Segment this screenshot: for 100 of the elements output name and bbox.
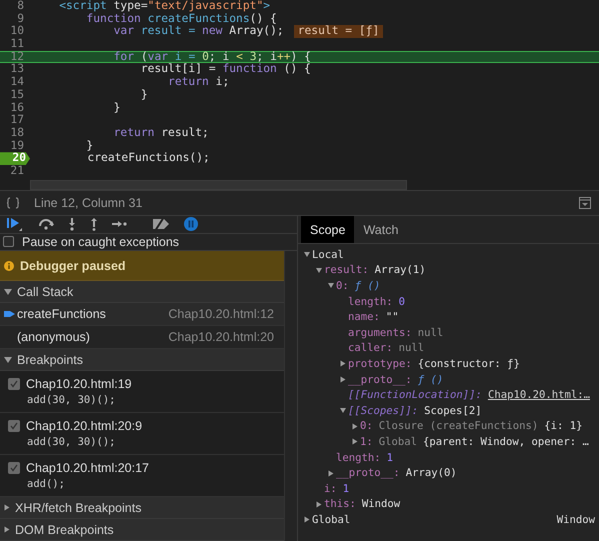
property-name: prototype: — [348, 358, 412, 370]
code-line: return i; — [167, 76, 230, 89]
property-value: 0 — [398, 296, 406, 308]
paused-message: Debugger paused — [20, 258, 126, 272]
section-header[interactable]: Call Stack — [0, 281, 284, 303]
property-name: 1: — [360, 436, 373, 448]
expand-arrow-icon[interactable] — [328, 470, 334, 476]
expand-arrow-icon[interactable] — [340, 376, 346, 383]
code-line: function createFunctions() { — [85, 12, 277, 25]
breakpoint-location[interactable]: Chap10.20.html:20:17 — [26, 461, 150, 475]
property-value: ƒ () — [354, 280, 380, 292]
breakpoint-checkbox[interactable] — [8, 378, 20, 390]
property-name: length: — [336, 452, 381, 464]
inline-value: result = [ƒ] — [294, 25, 384, 38]
code-line: } — [85, 140, 94, 152]
expand-arrow-icon[interactable] — [340, 360, 346, 367]
section-title: DOM Breakpoints — [15, 522, 114, 536]
breakpoint-checkbox[interactable] — [8, 420, 20, 432]
section-title: Breakpoints — [17, 352, 84, 366]
property-value[interactable]: Chap10.20.html:… — [488, 389, 590, 402]
expand-arrow-icon[interactable] — [352, 423, 358, 430]
property-value: ƒ () — [418, 374, 444, 386]
step-into-icon[interactable] — [67, 217, 77, 232]
property-value: Array(1) — [374, 264, 426, 276]
expand-arrow-icon[interactable] — [328, 283, 334, 288]
line-number: 16 — [9, 102, 25, 114]
section-title: Call Stack — [17, 284, 74, 298]
property-name: caller: — [348, 342, 393, 354]
current-frame-icon — [4, 309, 15, 319]
section-header[interactable]: Breakpoints — [0, 349, 284, 371]
property-name: this: — [324, 498, 356, 510]
pause-on-exceptions-icon[interactable] — [183, 216, 199, 232]
code-line: var result = new Array(); — [112, 25, 284, 38]
step-icon[interactable] — [111, 219, 127, 230]
pause-on-caught-exceptions-checkbox[interactable] — [3, 236, 14, 248]
code-line: result[i] = function () { — [140, 63, 311, 76]
code-line: <script type="text/javascript"> — [58, 0, 270, 13]
breakpoint-location[interactable]: Chap10.20.html:20:9 — [26, 419, 142, 433]
expand-arrow-icon[interactable] — [316, 268, 322, 273]
property-name: length: — [348, 296, 393, 308]
step-over-icon[interactable] — [37, 217, 55, 232]
breakpoint-code: add(); — [27, 478, 65, 490]
property-value: 1 — [386, 452, 394, 464]
scope-name[interactable]: Global — [312, 514, 350, 526]
scope-type: Global — [378, 436, 418, 448]
expand-arrow-icon[interactable] — [4, 288, 12, 294]
expand-arrow-icon[interactable] — [4, 356, 12, 362]
call-frame[interactable]: createFunctions Chap10.20.html:12 — [0, 303, 284, 326]
step-out-icon[interactable] — [89, 217, 99, 232]
code-line: } — [140, 88, 148, 102]
scrollbar-thumb[interactable] — [30, 180, 407, 190]
tab[interactable]: Scope — [301, 216, 354, 243]
expand-arrow-icon[interactable] — [4, 526, 10, 532]
code-line: for (var i = 0; i < 3; i++) { — [112, 50, 311, 63]
property-name: name: — [348, 311, 380, 324]
tab[interactable]: Watch — [354, 216, 408, 243]
cursor-position: Line 12, Column 31 — [34, 196, 144, 210]
line-number: 12 — [9, 50, 25, 64]
line-number: 13 — [9, 63, 25, 76]
section-header[interactable]: XHR/fetch Breakpoints — [0, 497, 284, 519]
breakpoint-checkbox[interactable] — [8, 462, 20, 474]
breakpoint-code: add(30, 30)(); — [27, 436, 116, 448]
panel-toggle-icon[interactable] — [579, 197, 591, 209]
line-number: 19 — [9, 140, 25, 152]
breakpoint-marker[interactable]: 20 — [0, 152, 30, 165]
breakpoint-location[interactable]: Chap10.20.html:19 — [26, 377, 132, 391]
breakpoint-code: add(30, 30)(); — [27, 394, 116, 406]
scope-name[interactable]: Local — [312, 248, 344, 261]
expand-arrow-icon[interactable] — [352, 438, 358, 445]
section-header[interactable]: DOM Breakpoints — [0, 519, 284, 541]
info-icon — [4, 260, 14, 270]
expand-arrow-icon[interactable] — [4, 504, 10, 510]
line-number: 8 — [16, 0, 25, 13]
expand-arrow-icon[interactable] — [304, 252, 310, 258]
resume-icon[interactable] — [5, 216, 25, 232]
code-line: } — [112, 102, 120, 114]
property-value: Array(0) — [406, 467, 457, 480]
property-name: [[FunctionLocation]]: — [348, 389, 482, 402]
line-number: 11 — [9, 38, 25, 51]
property-name: arguments: — [348, 326, 412, 339]
deactivate-breakpoints-icon[interactable] — [151, 217, 171, 232]
line-number: 10 — [9, 25, 25, 38]
property-name: __proto__: — [336, 467, 400, 480]
line-number: 18 — [9, 126, 25, 140]
property-name: i: — [324, 482, 337, 495]
line-number: 9 — [16, 12, 25, 26]
line-number: 21 — [9, 164, 25, 178]
pretty-print-icon[interactable] — [6, 197, 20, 209]
property-name: 0: — [336, 280, 349, 292]
property-value: 1 — [342, 482, 350, 495]
line-number: 15 — [9, 88, 25, 102]
code-line: createFunctions(); — [86, 152, 210, 165]
section-title: XHR/fetch Breakpoints — [15, 500, 142, 514]
property-value: {i: 1} — [544, 420, 582, 432]
property-value: Window — [362, 498, 400, 510]
property-value: {parent: Window, opener: … — [423, 436, 589, 448]
expand-arrow-icon[interactable] — [340, 408, 346, 414]
expand-arrow-icon[interactable] — [316, 501, 322, 508]
scope-type: Closure (createFunctions) — [378, 420, 538, 432]
expand-arrow-icon[interactable] — [304, 516, 310, 523]
